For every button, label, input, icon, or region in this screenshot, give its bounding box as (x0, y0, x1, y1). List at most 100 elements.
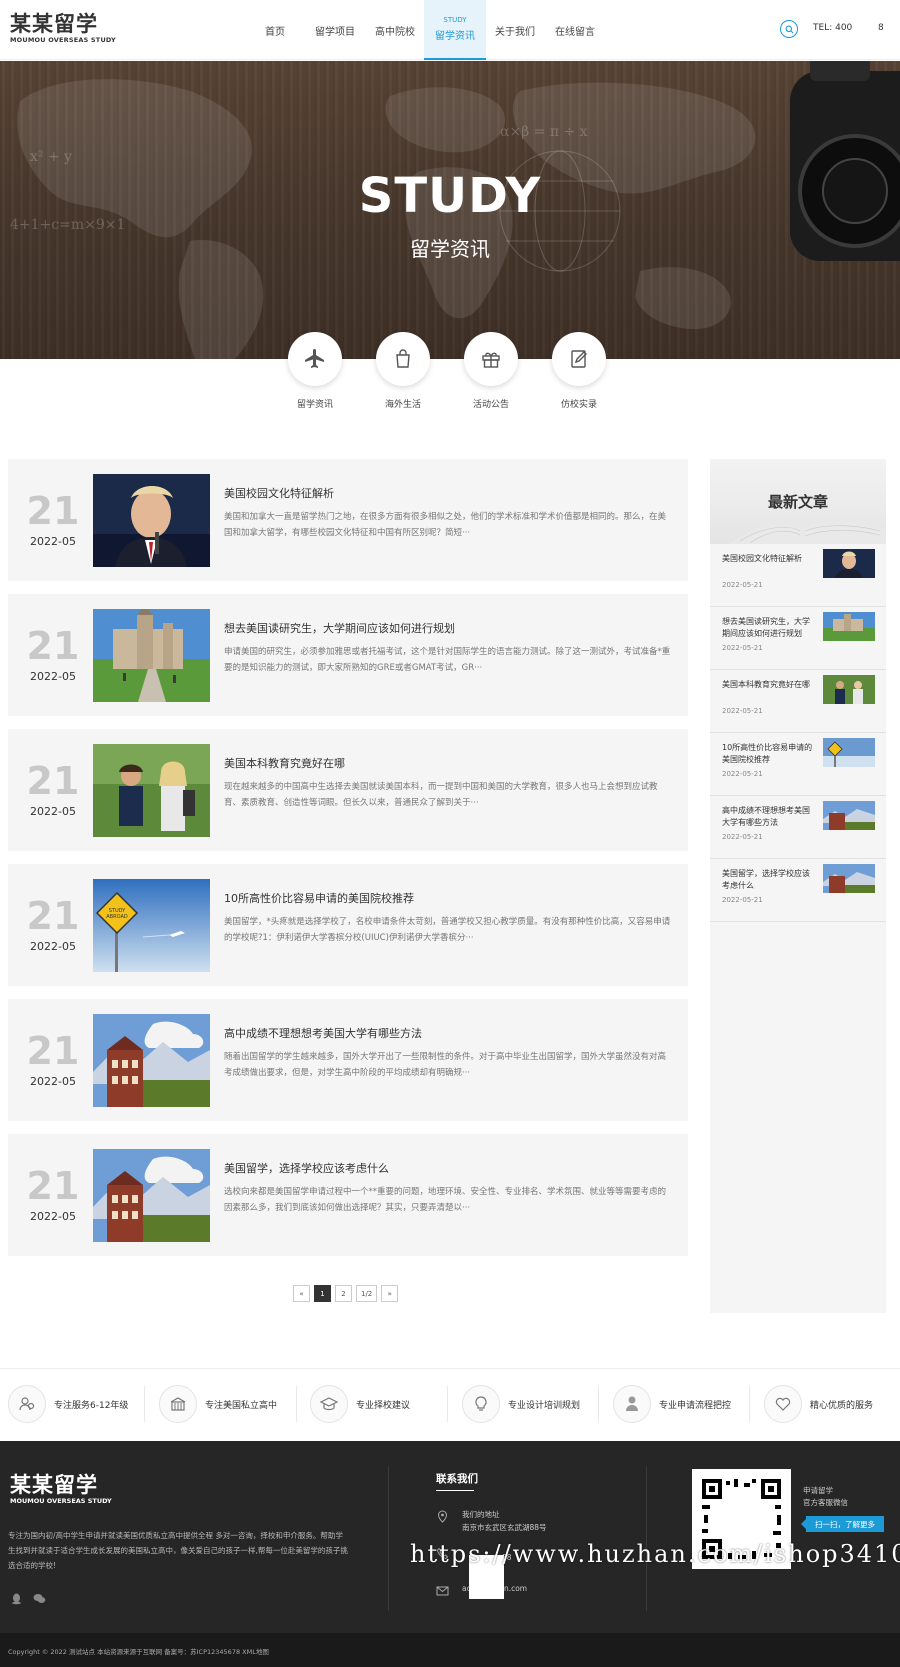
article-summary: 美国留学，*头疼就是选择学校了，名校申请条件太苛刻，普通学校又担心教学质量。有没… (224, 917, 671, 943)
article-thumbnail[interactable]: STUDY ABROAD (93, 879, 210, 972)
feature-divider (598, 1386, 599, 1422)
feature-icon-circle (764, 1385, 802, 1423)
article-thumbnail[interactable] (93, 1149, 210, 1242)
header-tel: TEL: 400 (813, 23, 853, 33)
sidebar-article-title: 高中成绩不理想想考美国大学有哪些方法 (722, 806, 810, 827)
campus-photo (823, 612, 875, 641)
site-header: 某某留学 MOUMOU OVERSEAS STUDY 首页 留学项目 高中院校 … (0, 0, 900, 60)
copyright-text[interactable]: Copyright © 2022 测试站点 本站资源来源于互联网 备案号：苏IC… (8, 1646, 269, 1656)
article-card[interactable]: 21 2022-05 美国本科教育究竟好在哪 现在越来越多的中国高中生选择去美国… (8, 729, 688, 851)
nav-label-en: STUDY (443, 16, 467, 24)
sidebar-article-date: 2022-05-21 (722, 707, 763, 715)
footer-logo-text: 某某留学 (10, 1473, 98, 1497)
sidebar-article[interactable]: 美国留学，选择学校应该考虑什么 2022-05-21 (710, 859, 886, 922)
sidebar-article[interactable]: 美国本科教育究竟好在哪 2022-05-21 (710, 670, 886, 733)
wechat-link[interactable] (33, 1590, 47, 1604)
article-title[interactable]: 高中成绩不理想想考美国大学有哪些方法 (224, 1025, 422, 1041)
article-card[interactable]: 21 2022-05 想去美国读研究生，大学期间应该如何进行规划 申请美国的研究… (8, 594, 688, 716)
category-news[interactable]: 留学资讯 (288, 332, 342, 410)
article-card[interactable]: 21 2022-05 美国校园文化特征解析 美国和加拿大一直是留学热门之地，在很… (8, 459, 688, 581)
category-circle (464, 332, 518, 386)
footer-divider (646, 1466, 647, 1611)
logo-subtitle: MOUMOU OVERSEAS STUDY (10, 36, 116, 44)
nav-label: 关于我们 (495, 26, 535, 38)
sidebar-article-title: 美国留学，选择学校应该考虑什么 (722, 869, 810, 890)
article-summary: 随着出国留学的学生越来越多，国外大学开出了一些限制性的条件。对于高中毕业生出国留… (224, 1052, 667, 1078)
article-card[interactable]: 21 2022-05 美国留学，选择学校应该考虑什么 选校向来都是美国留学申请过… (8, 1134, 688, 1256)
article-thumbnail[interactable] (93, 1014, 210, 1107)
students-photo (93, 744, 210, 837)
article-day: 21 (26, 489, 80, 533)
article-year-month: 2022-05 (30, 670, 76, 683)
article-summary: 现在越来越多的中国高中生选择去美国就读美国本科，而一提到中国和美国的大学教育，很… (224, 782, 658, 808)
lightbulb-icon (475, 1396, 487, 1411)
pagination-prev[interactable]: « (293, 1285, 310, 1302)
footer-logo[interactable]: 某某留学 MOUMOU OVERSEAS STUDY (10, 1473, 112, 1505)
sidebar-article-date: 2022-05-21 (722, 833, 763, 841)
article-thumbnail[interactable] (93, 609, 210, 702)
pagination-page-2[interactable]: 2 (335, 1285, 352, 1302)
location-icon (436, 1508, 450, 1523)
address-label: 我们的地址 (462, 1510, 500, 1519)
article-card[interactable]: 21 2022-05 STUDY ABROAD 10所高性价比容易申请的美国院校推… (8, 864, 688, 986)
article-card[interactable]: 21 2022-05 高中成绩不理想想考美国大学有哪些方法 随着出国留学的学生越… (8, 999, 688, 1121)
sidebar-article-date: 2022-05-21 (722, 644, 763, 652)
feature-item[interactable]: 专注服务6-12年级 (8, 1384, 128, 1424)
person-icon (626, 1396, 638, 1411)
article-year-month: 2022-05 (30, 535, 76, 548)
article-title[interactable]: 10所高性价比容易申请的美国院校推荐 (224, 890, 414, 906)
nav-item-message[interactable]: 在线留言 (544, 0, 606, 60)
nav-label: 高中院校 (375, 26, 415, 38)
category-announcements[interactable]: 活动公告 (464, 332, 518, 410)
article-title[interactable]: 美国本科教育究竟好在哪 (224, 755, 345, 771)
qr-caption: 申请留学 官方客服微信 (803, 1486, 848, 1507)
article-thumbnail[interactable] (93, 744, 210, 837)
pagination-page-1[interactable]: 1 (314, 1285, 331, 1302)
feature-item[interactable]: 精心优质的服务 (764, 1384, 873, 1424)
category-school-visits[interactable]: 仿校实录 (552, 332, 606, 410)
article-day: 21 (26, 624, 80, 668)
address-value: 南京市玄武区玄武湖88号 (462, 1523, 547, 1532)
nav-item-news[interactable]: STUDY 留学资讯 (424, 0, 486, 60)
article-title[interactable]: 美国留学，选择学校应该考虑什么 (224, 1160, 389, 1176)
qr-learn-more-button[interactable]: 扫一扫，了解更多 (801, 1516, 884, 1532)
campus-photo (93, 609, 210, 702)
sidebar-article[interactable]: 高中成绩不理想想考美国大学有哪些方法 2022-05-21 (710, 796, 886, 859)
search-icon (785, 25, 793, 33)
nav-item-about[interactable]: 关于我们 (484, 0, 546, 60)
main-nav: 首页 留学项目 高中院校 STUDY 留学资讯 关于我们 在线留言 (244, 0, 604, 60)
airplane-icon (305, 349, 324, 368)
sidebar-article[interactable]: 10所高性价比容易申请的美国院校推荐 2022-05-21 (710, 733, 886, 796)
qq-link[interactable] (10, 1590, 24, 1605)
sidebar-article-thumb (823, 675, 875, 704)
article-day: 21 (26, 1164, 80, 1208)
feature-item[interactable]: 专业择校建议 (310, 1384, 410, 1424)
category-overseas-life[interactable]: 海外生活 (376, 332, 430, 410)
nav-item-programs[interactable]: 留学项目 (304, 0, 366, 60)
sidebar-article-date: 2022-05-21 (722, 770, 763, 778)
feature-item[interactable]: 专业申请流程把控 (613, 1384, 731, 1424)
article-title[interactable]: 美国校园文化特征解析 (224, 485, 334, 501)
feature-item[interactable]: 专注美国私立高中 (159, 1384, 277, 1424)
shopping-bag-icon (396, 349, 410, 368)
feature-divider (296, 1386, 297, 1422)
sidebar-article[interactable]: 美国校园文化特征解析 2022-05-21 (710, 544, 886, 607)
address-text: 我们的地址 南京市玄武区玄武湖88号 (462, 1508, 547, 1534)
sidebar-article-title: 美国本科教育究竟好在哪 (722, 680, 810, 689)
svg-text:x² + y: x² + y (30, 149, 72, 165)
feature-item[interactable]: 专业设计培训规划 (462, 1384, 580, 1424)
qq-icon (12, 1593, 21, 1605)
site-logo[interactable]: 某某留学 MOUMOU OVERSEAS STUDY (10, 12, 116, 44)
article-day: 21 (26, 759, 80, 803)
article-year-month: 2022-05 (30, 1075, 76, 1088)
article-title[interactable]: 想去美国读研究生，大学期间应该如何进行规划 (224, 620, 455, 636)
feature-label: 专注服务6-12年级 (54, 1400, 129, 1411)
nav-item-home[interactable]: 首页 (244, 0, 306, 60)
sidebar-article[interactable]: 想去美国读研究生，大学期间应该如何进行规划 2022-05-21 (710, 607, 886, 670)
sidebar-article-date: 2022-05-21 (722, 581, 763, 589)
article-thumbnail[interactable] (93, 474, 210, 567)
sidebar-article-thumb (823, 864, 875, 893)
pagination-next[interactable]: » (381, 1285, 399, 1302)
search-button[interactable] (780, 20, 798, 38)
nav-item-schools[interactable]: 高中院校 (364, 0, 426, 60)
